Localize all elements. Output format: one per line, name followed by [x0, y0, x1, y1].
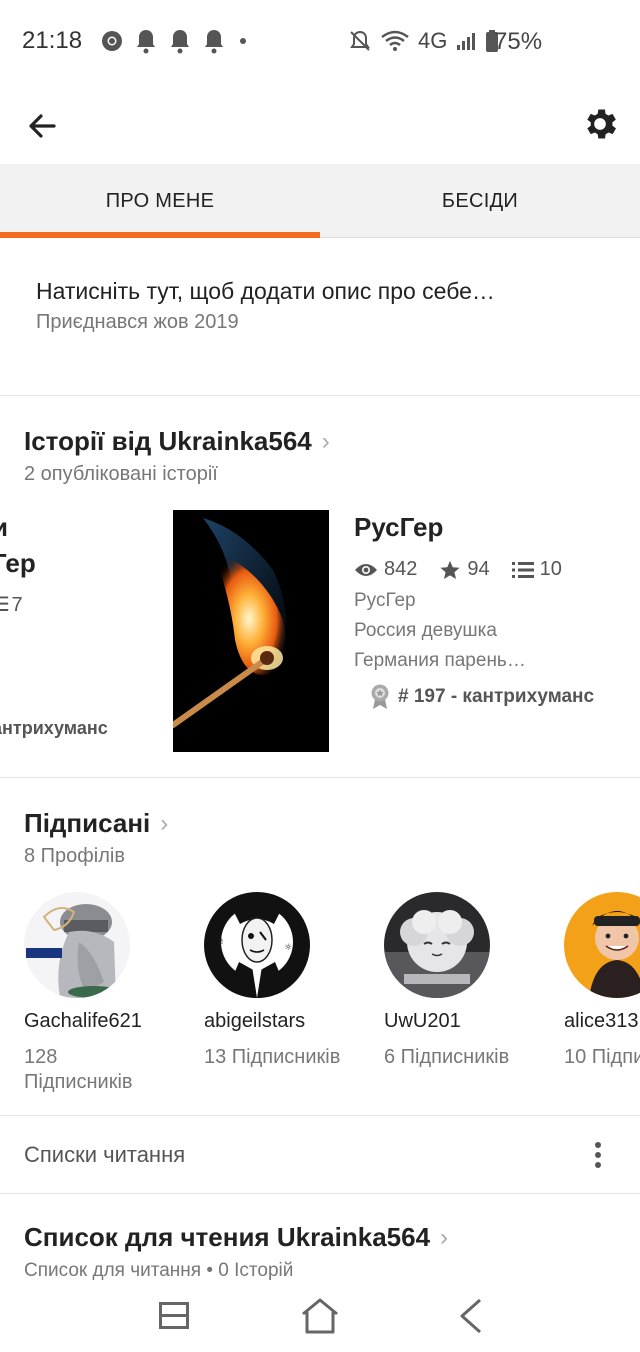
list-icon: [511, 561, 534, 578]
avatar: ✋︎ ☼: [204, 892, 310, 998]
battery-level: 75%: [494, 28, 543, 55]
home-button[interactable]: [298, 1296, 342, 1336]
profile-username: abigeilstars: [204, 1010, 306, 1032]
story-stats: 842 94 10: [354, 558, 562, 581]
partial-story-title-line2: Гер: [0, 548, 36, 578]
story-title: РусГер: [354, 512, 444, 542]
partial-story-rank: антрихуманс: [0, 718, 108, 738]
profile-username: alice313: [564, 1010, 639, 1032]
bell-icon: [171, 30, 189, 54]
reading-lists-label: Списки читання: [24, 1142, 186, 1167]
wifi-icon: [381, 30, 409, 51]
story-rank-text: # 197 - кантрихуманс: [398, 686, 595, 707]
gear-icon: [587, 109, 616, 139]
reading-list-title: Список для чтения Ukrainka564: [24, 1222, 431, 1252]
following-section: Підписані › 8 Профілів Gachalife621 128 …: [0, 778, 640, 1116]
back-chevron-icon: [460, 1298, 481, 1334]
following-count: 8 Профілів: [24, 845, 125, 867]
profile-followers: 10 Підписників: [564, 1046, 640, 1068]
story-desc-line2: Россия девушка: [354, 620, 497, 641]
dot-icon: [240, 38, 246, 44]
signal-icon: [457, 33, 476, 50]
recent-apps-button[interactable]: [152, 1296, 196, 1336]
list-icon: ☰: [0, 594, 12, 616]
system-nav-bar: [0, 1284, 640, 1352]
tab-about-me[interactable]: ПРО МЕНЕ: [0, 164, 320, 238]
svg-text:✋︎: ✋︎: [218, 937, 223, 947]
more-vert-icon: [595, 1142, 601, 1168]
abigeilstars-avatar-image: ✋︎ ☼: [204, 892, 310, 998]
profile-followers: 128 Підписників: [24, 1046, 133, 1093]
profile-card[interactable]: Gachalife621 128 Підписників: [24, 892, 204, 1095]
svg-text:☼: ☼: [284, 943, 292, 953]
recents-icon: [159, 1302, 189, 1329]
burning-match-image: [173, 510, 329, 752]
profile-username: Gachalife621: [24, 1010, 142, 1032]
profile-followers: 6 Підписників: [384, 1046, 510, 1068]
more-options-button[interactable]: [588, 1140, 608, 1170]
notification-icons: [100, 28, 250, 54]
home-icon: [302, 1298, 338, 1334]
add-description-prompt[interactable]: Натисніть тут, щоб додати опис про себе…: [36, 278, 495, 305]
avatar: [24, 892, 130, 998]
status-bar: 21:18 4G 75%: [0, 0, 640, 84]
settings-button[interactable]: [580, 104, 620, 144]
stories-header[interactable]: Історії від Ukrainka564 ›: [24, 426, 330, 457]
chevron-right-icon: ›: [440, 1223, 449, 1251]
following-header[interactable]: Підписані ›: [24, 808, 168, 839]
reading-list-subtitle: Список для читання • 0 Історій: [24, 1260, 294, 1281]
award-icon: [371, 684, 389, 709]
chevron-right-icon: ›: [160, 809, 169, 837]
reading-list-title-row: Список для чтения Ukrainka564 ›: [24, 1222, 448, 1253]
story-parts: 10: [539, 558, 562, 580]
stories-section: Історії від Ukrainka564 › 2 опубліковані…: [0, 396, 640, 778]
about-section: Натисніть тут, щоб додати опис про себе……: [0, 238, 640, 396]
profile-card[interactable]: ✋︎ ☼ abigeilstars 13 Підписників: [204, 892, 384, 1070]
avatar: [564, 892, 640, 998]
eye-icon: [355, 563, 377, 576]
partial-story-stats: ☰ 7: [0, 592, 23, 617]
following-title: Підписані: [24, 808, 151, 838]
partial-parts-count: 7: [11, 594, 23, 616]
story-votes: 94: [467, 558, 490, 580]
reading-list-item[interactable]: Список для чтения Ukrainka564 › Список д…: [0, 1194, 640, 1284]
story-cover-image[interactable]: [173, 510, 329, 752]
story-rank: # 197 - кантрихуманс: [370, 684, 594, 710]
star-icon: [440, 560, 460, 579]
story-desc-line3: Германия парень…: [354, 650, 526, 671]
stories-title: Історії від Ukrainka564: [24, 426, 312, 456]
arrow-back-icon: [29, 114, 56, 138]
reading-lists-header: Списки читання: [0, 1116, 640, 1194]
joined-date: Приєднався жов 2019: [36, 311, 239, 333]
network-type: 4G: [418, 28, 448, 53]
alice313-avatar-image: [564, 892, 640, 998]
profile-followers: 13 Підписників: [204, 1046, 341, 1068]
mute-icon: [350, 30, 370, 51]
stories-count: 2 опубліковані історії: [24, 463, 218, 485]
app-bar: [0, 84, 640, 164]
partial-story-title-line1: и: [0, 512, 8, 543]
back-button[interactable]: [22, 106, 62, 146]
system-icons: 4G: [348, 28, 499, 54]
story-desc-line1: РусГер: [354, 590, 416, 611]
status-time: 21:18: [22, 27, 83, 54]
chevron-right-icon: ›: [321, 427, 330, 455]
back-nav-button[interactable]: [448, 1296, 492, 1336]
tab-conversations[interactable]: БЕСІДИ: [320, 164, 640, 238]
bell-icon: [205, 30, 223, 54]
avatar: [384, 892, 490, 998]
profile-card[interactable]: alice313 10 Підписників: [564, 892, 640, 1070]
gachalife-avatar-image: [24, 892, 130, 998]
profile-username: UwU201: [384, 1010, 461, 1032]
uwu201-avatar-image: [384, 892, 490, 998]
profile-tabs: ПРО МЕНЕ БЕСІДИ: [0, 164, 640, 238]
story-views: 842: [384, 558, 418, 580]
bell-icon: [137, 30, 155, 54]
profile-card[interactable]: UwU201 6 Підписників: [384, 892, 564, 1070]
chrome-icon: [102, 31, 122, 51]
